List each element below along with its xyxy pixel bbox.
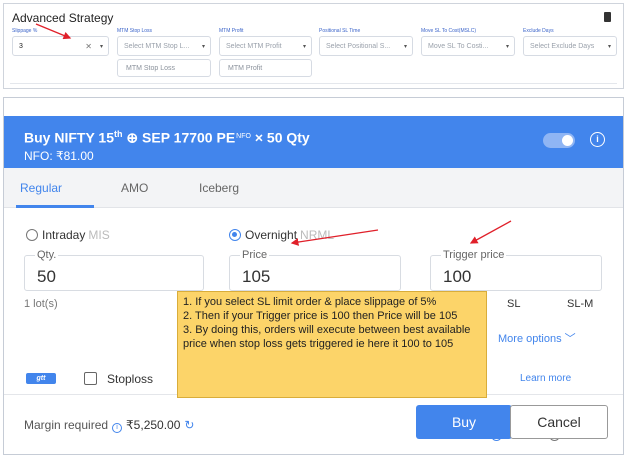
title-instrument: Buy NIFTY 15: [24, 129, 114, 146]
product-overnight-radio[interactable]: Overnight NRML: [229, 228, 334, 242]
tab-regular[interactable]: Regular: [20, 181, 62, 195]
margin-label: Margin required: [24, 418, 109, 432]
slippage-select[interactable]: 3 ✕ ▾: [12, 36, 109, 56]
price-label: Price: [240, 249, 270, 261]
chevron-down-icon: ▾: [302, 44, 306, 50]
price-value: 105: [242, 267, 271, 286]
qty-field[interactable]: Qty. 50: [24, 249, 204, 291]
margin-required: Margin required i ₹5,250.00 ↻: [24, 418, 194, 433]
radio-off-icon: [26, 229, 38, 241]
document-icon[interactable]: [604, 12, 611, 22]
qty-value: 50: [37, 267, 56, 286]
qty-label: Qty.: [35, 249, 59, 261]
radio-label: Intraday: [42, 228, 86, 242]
title-qty: × 50 Qty: [250, 129, 310, 146]
lots-text: 1 lot(s): [24, 298, 58, 310]
stoploss-label: Stoploss: [107, 372, 154, 386]
order-type-slm-label: SL-M: [567, 298, 594, 310]
radio-label: Overnight: [245, 228, 298, 242]
tab-amo[interactable]: AMO: [121, 181, 148, 195]
chevron-down-icon: ▾: [201, 44, 205, 50]
trigger-label: Trigger price: [441, 249, 507, 261]
refresh-icon[interactable]: ↻: [184, 418, 194, 432]
mtm-profit-label: MTM Profit: [219, 28, 244, 34]
chevron-down-icon: ▾: [505, 44, 509, 50]
radio-on-icon: [229, 229, 241, 241]
order-tabs: Regular AMO Iceberg: [4, 168, 623, 208]
positional-sl-time-label: Positional SL Time: [319, 28, 361, 34]
annotation-note: 1. If you select SL limit order & place …: [177, 291, 487, 398]
product-code: MIS: [88, 228, 110, 242]
panel-title: Advanced Strategy: [12, 11, 114, 25]
cancel-button[interactable]: Cancel: [510, 405, 608, 439]
move-sl-to-cost-placeholder: Move SL To Costi...: [428, 43, 489, 50]
mtm-profit-input[interactable]: MTM Profit: [219, 59, 312, 77]
order-subtitle: NFO: ₹81.00: [24, 149, 94, 163]
positional-sl-time-select[interactable]: Select Positional S... ▾: [319, 36, 413, 56]
buy-sell-toggle[interactable]: [543, 133, 575, 148]
clear-icon[interactable]: ✕: [85, 42, 92, 51]
learn-more-link[interactable]: Learn more: [520, 373, 571, 384]
chevron-down-icon: ▾: [403, 44, 407, 50]
trigger-price-field[interactable]: Trigger price 100: [430, 249, 602, 291]
order-header: Buy NIFTY 15th ⊕ SEP 17700 PENFO × 50 Qt…: [4, 116, 623, 168]
title-contract: SEP 17700 PE: [138, 129, 236, 146]
divider: [10, 83, 617, 84]
buy-button[interactable]: Buy: [416, 405, 512, 439]
exclude-days-select[interactable]: Select Exclude Days ▾: [523, 36, 617, 56]
tab-iceberg[interactable]: Iceberg: [199, 181, 239, 195]
expiry-icon: ⊕: [126, 129, 139, 146]
title-sup: th: [114, 129, 123, 139]
mtm-profit-placeholder: Select MTM Profit: [226, 43, 282, 50]
chevron-down-icon: ▾: [99, 44, 103, 50]
order-title: Buy NIFTY 15th ⊕ SEP 17700 PENFO × 50 Qt…: [24, 129, 310, 147]
product-code: NRML: [300, 228, 335, 242]
chevron-down-icon: ▾: [607, 44, 611, 50]
mtm-stop-loss-input[interactable]: MTM Stop Loss: [117, 59, 211, 77]
mtm-stop-loss-select[interactable]: Select MTM Stop L... ▾: [117, 36, 211, 56]
margin-value: ₹5,250.00: [126, 418, 181, 432]
mtm-profit-select[interactable]: Select MTM Profit ▾: [219, 36, 312, 56]
order-type-sl-label: SL: [507, 298, 521, 310]
price-field[interactable]: Price 105: [229, 249, 401, 291]
info-icon[interactable]: i: [112, 423, 123, 433]
note-line-2: 2. Then if your Trigger price is 100 the…: [183, 310, 458, 322]
exclude-days-label: Exclude Days: [523, 28, 554, 34]
mtm-stop-loss-label: MTM Stop Loss: [117, 28, 153, 34]
gtt-icon[interactable]: gtt: [26, 373, 56, 384]
advanced-strategy-panel: Advanced Strategy Slippage % 3 ✕ ▾ MTM S…: [3, 3, 624, 89]
product-intraday-radio[interactable]: Intraday MIS: [26, 228, 110, 242]
positional-sl-time-placeholder: Select Positional S...: [326, 43, 391, 50]
stoploss-checkbox[interactable]: [84, 372, 97, 385]
title-exchange: NFO: [236, 132, 251, 140]
info-icon[interactable]: i: [590, 132, 605, 147]
slippage-value: 3: [19, 43, 23, 50]
move-sl-to-cost-label: Move SL To Cost(MSLC): [421, 28, 477, 34]
mtm-stop-loss-placeholder: Select MTM Stop L...: [124, 43, 190, 50]
trigger-value: 100: [443, 267, 472, 286]
exclude-days-placeholder: Select Exclude Days: [530, 43, 595, 50]
active-tab-indicator: [16, 205, 94, 208]
toggle-knob: [562, 135, 573, 146]
note-line-1: 1. If you select SL limit order & place …: [183, 296, 437, 308]
move-sl-to-cost-select[interactable]: Move SL To Costi... ▾: [421, 36, 515, 56]
order-window: Buy NIFTY 15th ⊕ SEP 17700 PENFO × 50 Qt…: [3, 97, 624, 455]
note-line-3: 3. By doing this, orders will execute be…: [183, 324, 471, 350]
slippage-label: Slippage %: [12, 28, 38, 34]
more-options-link[interactable]: More options ﹀: [498, 330, 576, 346]
